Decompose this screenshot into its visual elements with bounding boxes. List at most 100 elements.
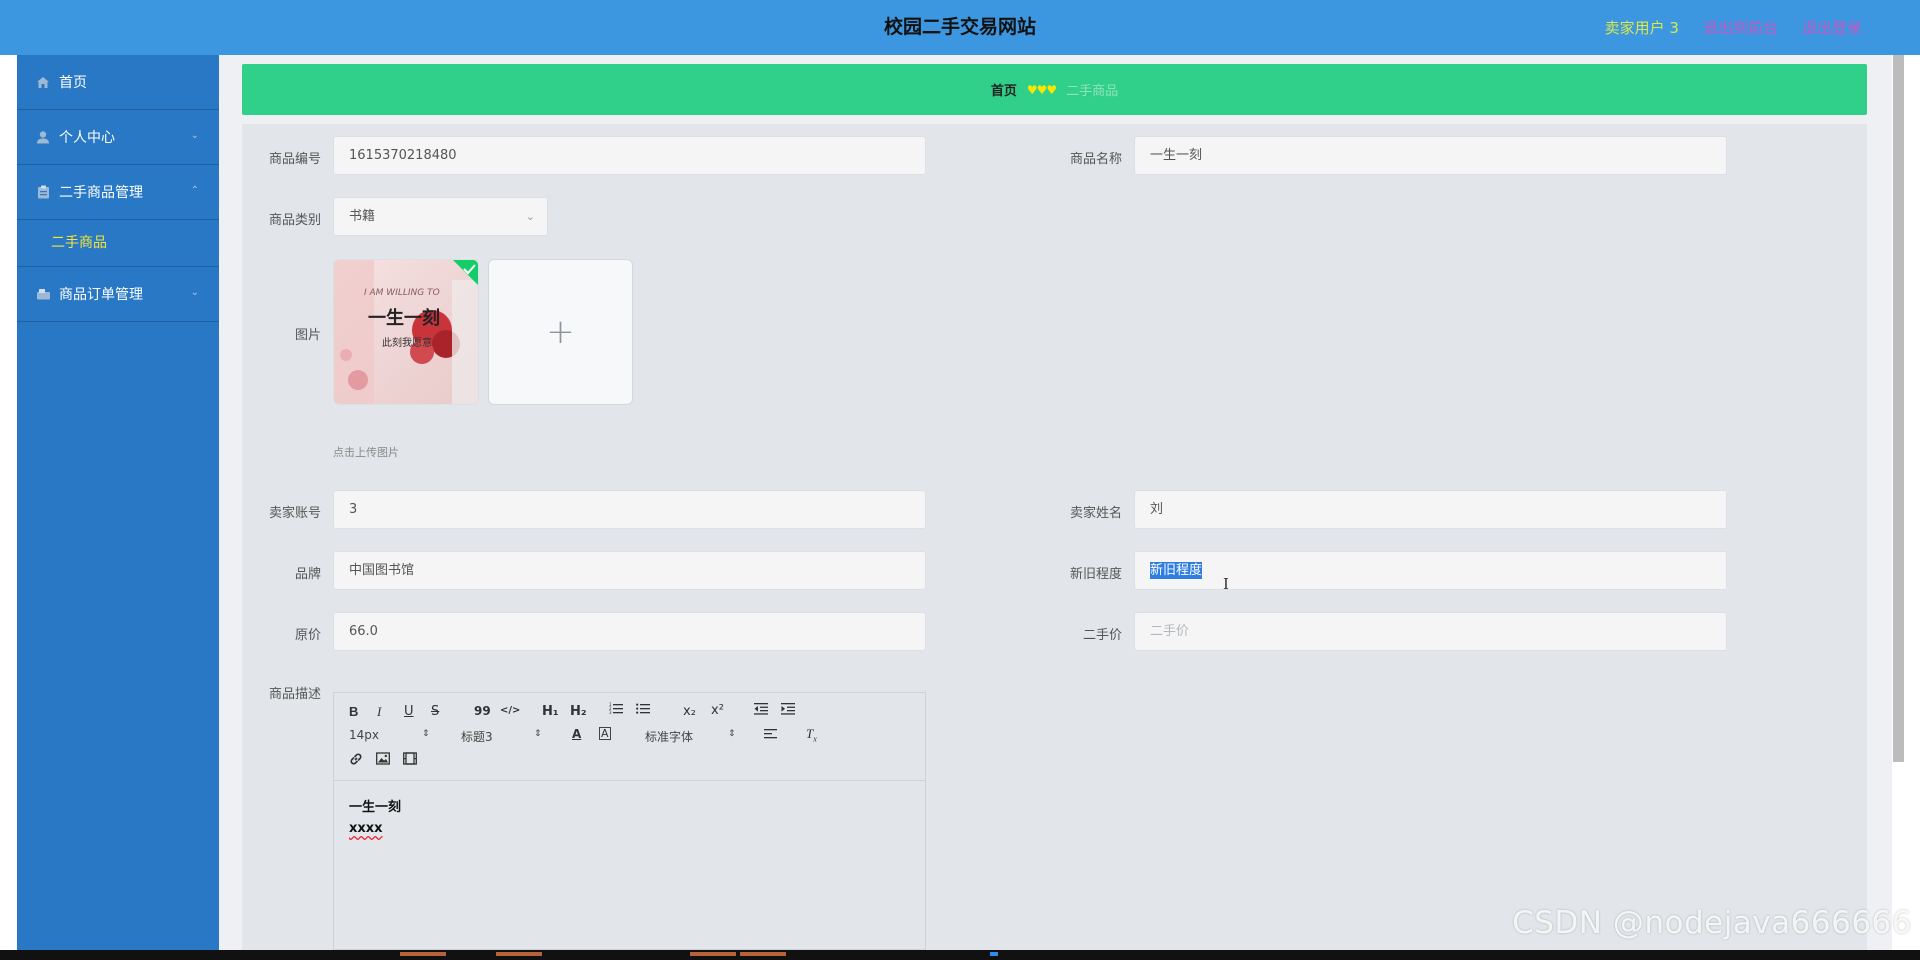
original-price-field[interactable]: 66.0 [333, 612, 926, 651]
h2-button[interactable]: H₂ [570, 704, 587, 719]
editor-content[interactable]: 一生一刻 xxxx [349, 797, 401, 839]
updown-icon: ⇕ [534, 729, 542, 739]
underline-button[interactable]: U [404, 704, 414, 719]
image-banner-text: I AM WILLING TO [364, 288, 440, 298]
goods-code-field[interactable]: 1615370218480 [333, 136, 926, 175]
selected-text: 新旧程度 [1150, 562, 1203, 579]
font-color-icon[interactable]: A [572, 727, 581, 741]
user-icon [35, 129, 51, 145]
strikethrough-button[interactable]: S [431, 704, 439, 719]
breadcrumb: 首页 ♥♥♥ 二手商品 [242, 64, 1867, 115]
uploaded-image-thumbnail[interactable]: I AM WILLING TO 一生一刻 此刻我愿意 [333, 259, 479, 405]
rich-text-editor: B I U S 99 </> H₁ H₂ 123 x₂ x² 14px ⇕ 标题… [333, 692, 926, 950]
breadcrumb-separator-icon: ♥♥♥ [1026, 82, 1057, 97]
chevron-down-icon: ⌄ [525, 210, 535, 223]
clipboard-icon [35, 184, 51, 200]
breadcrumb-current: 二手商品 [1066, 84, 1119, 99]
second-price-field[interactable]: 二手价 [1134, 612, 1727, 651]
link-icon[interactable] [349, 752, 363, 770]
subscript-button[interactable]: x₂ [683, 704, 696, 719]
video-icon[interactable] [403, 752, 417, 769]
header-actions: 卖家用户 3 退出到前台 退出登录 [1605, 0, 1862, 55]
background-color-icon[interactable]: A [599, 727, 611, 740]
sidebar-item-label: 二手商品管理 [59, 185, 143, 201]
image-subtitle-text: 此刻我愿意 [382, 338, 432, 349]
updown-icon: ⇕ [728, 729, 736, 739]
heading-select[interactable]: 标题3 ⇕ [461, 728, 549, 745]
quote-button[interactable]: 99 [474, 704, 491, 718]
indent-icon[interactable] [781, 702, 795, 719]
taskbar-item [496, 952, 542, 956]
h1-button[interactable]: H₁ [542, 704, 559, 719]
updown-icon: ⇕ [422, 729, 430, 739]
chevron-down-icon: ⌄ [190, 287, 199, 298]
sidebar-item-home[interactable]: 首页 [17, 55, 219, 110]
editor-line: 一生一刻 [349, 800, 402, 815]
home-icon [35, 74, 51, 90]
breadcrumb-home[interactable]: 首页 [991, 80, 1017, 99]
current-user: 卖家用户 3 [1604, 19, 1679, 37]
back-to-front-link[interactable]: 退出到前台 [1703, 17, 1778, 38]
font-family-value: 标准字体 [645, 730, 694, 744]
seller-name-field[interactable]: 刘 [1134, 490, 1727, 529]
taskbar-item [740, 952, 786, 956]
sidebar-item-personal-center[interactable]: 个人中心 ⌄ [17, 110, 219, 165]
original-price-label: 原价 [294, 628, 321, 643]
upload-tip: 点击上传图片 [333, 446, 399, 459]
condition-label: 新旧程度 [1069, 567, 1122, 582]
sidebar-item-label: 首页 [59, 75, 87, 91]
goods-name-field[interactable]: 一生一刻 [1134, 136, 1727, 175]
upload-image-button[interactable]: + [488, 259, 633, 405]
orders-icon [35, 286, 51, 302]
logout-link[interactable]: 退出登录 [1802, 17, 1862, 38]
chevron-up-icon: ⌃ [190, 185, 199, 196]
code-button[interactable]: </> [500, 705, 520, 716]
align-icon[interactable] [764, 728, 778, 744]
outdent-icon[interactable] [754, 702, 768, 719]
font-size-select[interactable]: 14px ⇕ [349, 728, 437, 742]
clear-format-icon[interactable]: Tx [806, 726, 817, 744]
goods-code-label: 商品编号 [268, 152, 321, 167]
sidebar-item-label: 个人中心 [59, 130, 115, 146]
svg-text:3: 3 [609, 710, 612, 715]
goods-category-label: 商品类别 [268, 213, 321, 228]
taskbar-item [400, 952, 446, 956]
chevron-down-icon: ⌄ [190, 130, 199, 141]
taskbar-strip [0, 950, 1920, 960]
seller-name-label: 卖家姓名 [1069, 506, 1122, 521]
image-label: 图片 [294, 328, 321, 343]
bullet-list-icon[interactable] [636, 702, 650, 719]
seller-account-field[interactable]: 3 [333, 490, 926, 529]
sidebar-item-order-management[interactable]: 商品订单管理 ⌄ [17, 267, 219, 322]
italic-button[interactable]: I [377, 704, 381, 720]
top-header: 校园二手交易网站 卖家用户 3 退出到前台 退出登录 [0, 0, 1920, 55]
left-margin [0, 55, 17, 960]
sidebar-item-label: 商品订单管理 [59, 287, 143, 303]
sidebar-subitem-secondhand-goods[interactable]: 二手商品 [17, 220, 219, 267]
second-price-label: 二手价 [1082, 628, 1122, 643]
second-price-placeholder: 二手价 [1150, 624, 1190, 639]
seller-account-label: 卖家账号 [268, 506, 321, 521]
taskbar-item [690, 952, 736, 956]
goods-category-value: 书籍 [349, 209, 376, 224]
goods-name-label: 商品名称 [1069, 152, 1122, 167]
image-icon[interactable] [376, 752, 390, 769]
bold-button[interactable]: B [349, 704, 358, 719]
image-title-text: 一生一刻 [368, 308, 440, 329]
description-label: 商品描述 [268, 687, 321, 702]
goods-category-select[interactable]: 书籍 ⌄ [333, 197, 548, 236]
sidebar: 首页 个人中心 ⌄ 二手商品管理 ⌃ 二手商品 商品订单管理 ⌄ [17, 55, 219, 950]
scrollbar-thumb[interactable] [1893, 55, 1904, 762]
plus-icon: + [546, 312, 575, 352]
editor-toolbar: B I U S 99 </> H₁ H₂ 123 x₂ x² 14px ⇕ 标题… [334, 693, 925, 781]
heading-value: 标题3 [461, 730, 493, 744]
sidebar-item-goods-management[interactable]: 二手商品管理 ⌃ [17, 165, 219, 220]
brand-label: 品牌 [294, 567, 321, 582]
book-cover-image [334, 260, 478, 404]
superscript-button[interactable]: x² [711, 703, 724, 718]
editor-line: xxxx [349, 821, 383, 836]
brand-field[interactable]: 中国图书馆 [333, 551, 926, 590]
font-family-select[interactable]: 标准字体 ⇕ [645, 728, 737, 745]
ordered-list-icon[interactable]: 123 [609, 702, 623, 719]
font-size-value: 14px [349, 728, 379, 742]
